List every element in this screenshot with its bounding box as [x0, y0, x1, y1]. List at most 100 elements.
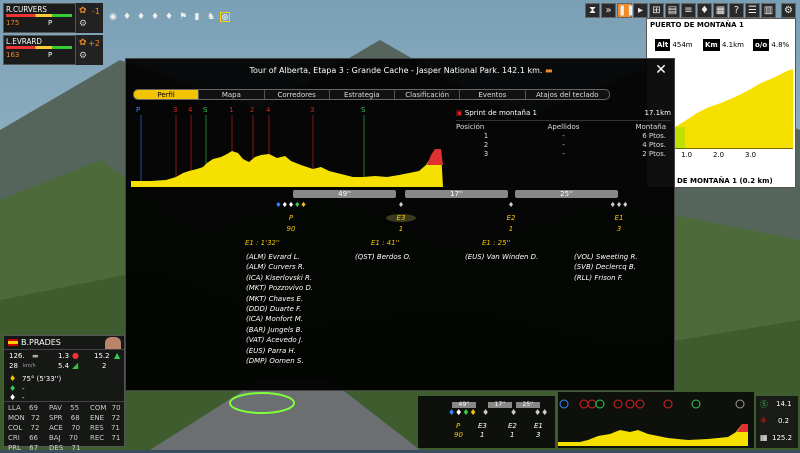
climb-icon: ④: [760, 416, 768, 425]
profile-marker-climb-icon: 3: [310, 106, 315, 114]
grade-key: o/o: [753, 39, 770, 51]
gear-icon[interactable]: ⚙: [79, 51, 87, 61]
dist-to-finish: 125.2: [772, 434, 793, 442]
stat-key: MON: [8, 414, 25, 422]
stat-key: LLA: [8, 404, 21, 412]
rider-entry[interactable]: (ICA) Monfort M.: [246, 314, 313, 324]
rider-flag: P: [48, 51, 53, 59]
rider-value-3: 15.2: [94, 352, 110, 360]
jersey-icon: ♦♦: [534, 408, 549, 417]
rider-entry[interactable]: (QST) Berdos O.: [355, 252, 411, 262]
profile-marker-sprint-icon: S: [361, 106, 366, 114]
stats-icon[interactable]: ⊞: [649, 3, 664, 18]
jersey-icon[interactable]: ♦: [136, 12, 146, 22]
rider-entry[interactable]: (RLL) Frison F.: [574, 273, 638, 283]
pause-icon[interactable]: ❚❚: [617, 3, 635, 18]
tab-clasificacion[interactable]: Clasificación: [395, 90, 461, 99]
group-e3[interactable]: ♦ E3 1: [386, 201, 416, 233]
fast-forward-icon[interactable]: ▸: [633, 3, 648, 18]
group-e1[interactable]: ♦♦♦ E1 3: [604, 201, 634, 233]
camera-icon[interactable]: ◉: [108, 12, 118, 22]
rider-energy: 163: [6, 51, 20, 59]
distance-panel: Ⓢ 14.1 ④ 0.2 ▦ 125.2: [756, 396, 798, 448]
rider-entry[interactable]: (BAR) Jungels B.: [246, 325, 313, 335]
stat-key: COM: [90, 404, 107, 412]
avatar: [105, 337, 121, 349]
chart-icon[interactable]: ▥: [761, 3, 776, 18]
selected-rider-panel[interactable]: B.PRADES 126. ▬ 1.3 ● 15.2 ▲ 28 km/h 5.4…: [3, 335, 125, 452]
gear-icon[interactable]: ⚙: [79, 19, 87, 29]
group-count: 3: [616, 225, 622, 233]
mini-group-count: 1: [510, 431, 515, 439]
rider-icon[interactable]: ♞: [206, 12, 216, 22]
rider-entry[interactable]: (MKT) Pozzovivo D.: [246, 283, 313, 293]
mini-profile-panel[interactable]: [558, 392, 754, 448]
rider-entry[interactable]: (ICA) Kiserlovski R.: [246, 273, 313, 283]
jersey-icon[interactable]: ♦: [150, 12, 160, 22]
jersey-icon[interactable]: ♦: [164, 12, 174, 22]
climb-grade: o/o 4.8%: [753, 39, 789, 51]
jersey-icon[interactable]: ♦: [122, 12, 132, 22]
tab-eventos[interactable]: Eventos: [460, 90, 526, 99]
sprint-icon[interactable]: »: [601, 3, 616, 18]
group-e2[interactable]: ♦ E2 1: [496, 201, 526, 233]
rider-entry[interactable]: (DDD) Duarte F.: [246, 304, 313, 314]
tab-mapa[interactable]: Mapa: [199, 90, 265, 99]
tab-atajos[interactable]: Atajos del teclado: [526, 90, 610, 99]
tab-corredores[interactable]: Corredores: [265, 90, 330, 99]
stat-key: ACE: [49, 424, 63, 432]
rider-entry[interactable]: (VAT) Acevedo J.: [246, 335, 313, 345]
sprint-title-text: Sprint de montaña 1: [464, 109, 537, 117]
sprint-title: ▣ Sprint de montaña 1: [456, 109, 537, 120]
col-montana: Montaña: [635, 123, 666, 131]
list-icon[interactable]: ☰: [745, 3, 760, 18]
jersey-icon[interactable]: ♦: [697, 3, 712, 18]
rider-energy-bars: [6, 14, 72, 17]
rider-entry[interactable]: (ALM) Curvers R.: [246, 262, 313, 272]
hourglass-icon[interactable]: ⧗: [585, 3, 600, 18]
mini-groups-panel[interactable]: 49'' 17'' 25'' ♦♦♦♦ ♦ ♦ ♦♦ P E3 E2 E1 90…: [418, 396, 555, 448]
grid-icon[interactable]: ▦: [713, 3, 728, 18]
stat-value: 72: [111, 414, 121, 422]
group-time: E1 : 25'': [482, 239, 511, 247]
stat-value: 66: [29, 434, 38, 442]
climb-icon: ▣: [456, 109, 463, 117]
alt-key: Alt: [655, 39, 671, 51]
jersey-icon: ♦♦♦: [609, 201, 629, 209]
jersey-icon: ♦: [482, 408, 490, 417]
bottle-icon[interactable]: ▮: [192, 12, 202, 22]
close-button[interactable]: ✕: [654, 63, 668, 77]
flag-icon[interactable]: ⚑: [178, 12, 188, 22]
profile-marker-climb-icon: 2: [250, 106, 255, 114]
rider-entry[interactable]: (DMP) Oomen S.: [246, 356, 313, 366]
chart-icon[interactable]: ▤: [665, 3, 680, 18]
tab-estrategia[interactable]: Estrategia: [330, 90, 395, 99]
group-peloton[interactable]: ♦♦♦♦♦ P 90: [261, 201, 321, 233]
rider-card-curvers[interactable]: R.CURVERS 175 P ✿ -1 ⚙: [3, 3, 103, 33]
rider-card-evrard[interactable]: L.EVRARD 163 P ✿ +2 ⚙: [3, 35, 103, 65]
group-count: 90: [286, 225, 296, 233]
rider-entry[interactable]: (MKT) Chaves E.: [246, 294, 313, 304]
target-icon[interactable]: ⊕: [220, 12, 230, 23]
up-arrow-icon: ▲: [114, 351, 121, 360]
help-icon[interactable]: ?: [729, 3, 744, 18]
row-pos: 3: [483, 150, 489, 158]
climb-axis-tick: 1.0: [681, 151, 693, 159]
row-pos: 2: [483, 141, 489, 149]
rider-entry[interactable]: (EUS) Van Winden D.: [465, 252, 538, 262]
rider-entry[interactable]: (EUS) Parra H.: [246, 346, 313, 356]
stat-value: 70: [68, 434, 78, 442]
stat-value: 67: [29, 444, 39, 452]
jersey-icon: ✿: [79, 38, 87, 48]
rider-entry[interactable]: (ALM) Evrard L.: [246, 252, 313, 262]
gear-icon[interactable]: ⚙: [781, 3, 796, 18]
table-icon[interactable]: ≡: [681, 3, 696, 18]
tab-perfil[interactable]: Perfil: [134, 90, 200, 99]
rider-entry[interactable]: (SVB) Declercq B.: [574, 262, 638, 272]
rider-entry[interactable]: (VOL) Sweeting R.: [574, 252, 638, 262]
group-label: E2: [506, 214, 516, 222]
rider-value-1: 1.3: [58, 352, 70, 360]
rider-green-rank: -: [22, 385, 25, 393]
stats-col-3: COM 70 ENE 72 RES 71 REC 71: [90, 403, 121, 443]
mini-group-label: E1: [534, 422, 543, 430]
